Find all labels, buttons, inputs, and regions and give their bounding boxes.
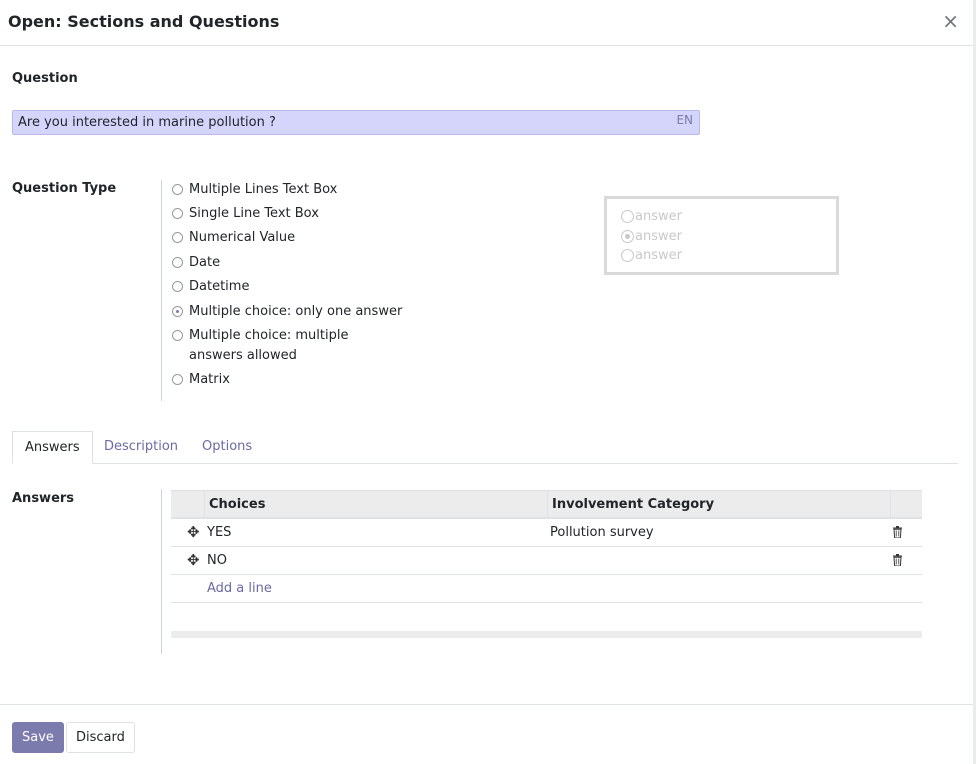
- close-icon[interactable]: ×: [942, 10, 959, 32]
- notebook-tabs: Answers Description Options: [12, 431, 958, 464]
- question-input[interactable]: Are you interested in marine pollution ?…: [12, 110, 700, 135]
- table-footer: [171, 631, 922, 638]
- preview-radio-icon: [621, 210, 634, 223]
- trash-icon[interactable]: [893, 526, 902, 538]
- preview-option-label: answer: [635, 248, 682, 263]
- radio-button-checked[interactable]: [172, 306, 183, 317]
- question-type-radio-group: Multiple Lines Text Box Single Line Text…: [161, 180, 411, 401]
- radio-button[interactable]: [172, 208, 183, 219]
- question-type-option-selected[interactable]: Multiple choice: only one answer: [172, 302, 402, 322]
- save-button[interactable]: Save: [12, 722, 64, 753]
- discard-button[interactable]: Discard: [66, 722, 135, 753]
- radio-label: Multiple Lines Text Box: [189, 182, 338, 197]
- radio-label: Multiple choice: only one answer: [189, 304, 403, 319]
- radio-label: Date: [189, 255, 221, 270]
- preview-option: answer: [621, 209, 682, 224]
- radio-button[interactable]: [172, 281, 183, 292]
- answers-table: Choices Involvement Category ✥ YES Pollu…: [171, 490, 922, 638]
- radio-label: Multiple choice: multiple answers allowe…: [189, 328, 349, 363]
- preview-option-label: answer: [635, 209, 682, 224]
- table-row[interactable]: ✥ NO: [171, 547, 922, 575]
- dialog-footer: Save Discard: [0, 704, 973, 764]
- question-type-label: Question Type: [12, 181, 117, 196]
- question-type-option[interactable]: Date: [172, 253, 220, 273]
- radio-label: Single Line Text Box: [189, 206, 319, 221]
- drag-handle-icon[interactable]: ✥: [187, 553, 200, 568]
- question-input-value: Are you interested in marine pollution ?: [18, 115, 276, 130]
- answers-divider: [161, 489, 163, 654]
- drag-handle-icon[interactable]: ✥: [187, 525, 200, 540]
- preview-option-label: answer: [635, 229, 682, 244]
- add-line-link[interactable]: Add a line: [207, 575, 272, 602]
- choice-cell[interactable]: NO: [207, 547, 227, 574]
- preview-option: answer: [621, 229, 682, 244]
- column-header-choices[interactable]: Choices: [204, 491, 548, 518]
- radio-button[interactable]: [172, 374, 183, 385]
- tab-answers[interactable]: Answers: [12, 431, 93, 464]
- choice-cell[interactable]: YES: [207, 519, 231, 546]
- question-type-option[interactable]: Multiple Lines Text Box: [172, 180, 337, 200]
- preview-option: answer: [621, 248, 682, 263]
- add-line-row: Add a line: [171, 575, 922, 603]
- tab-description[interactable]: Description: [92, 431, 190, 464]
- question-label: Question: [12, 71, 78, 86]
- preview-radio-icon: [621, 249, 634, 262]
- category-cell[interactable]: Pollution survey: [550, 519, 654, 546]
- question-type-option[interactable]: Single Line Text Box: [172, 204, 319, 224]
- preview-radio-checked-icon: [621, 230, 634, 243]
- radio-button[interactable]: [172, 232, 183, 243]
- answers-label: Answers: [12, 491, 75, 506]
- dialog-header: Open: Sections and Questions ×: [0, 0, 973, 46]
- table-row[interactable]: ✥ YES Pollution survey: [171, 519, 922, 547]
- column-header-actions: [890, 491, 922, 518]
- radio-button[interactable]: [172, 257, 183, 268]
- question-type-preview: answer answer answer: [604, 196, 839, 275]
- question-type-option[interactable]: Datetime: [172, 277, 249, 297]
- dialog-title: Open: Sections and Questions: [8, 12, 280, 31]
- radio-button[interactable]: [172, 184, 183, 195]
- trash-icon[interactable]: [893, 554, 902, 566]
- language-button[interactable]: EN: [676, 113, 693, 127]
- tab-options[interactable]: Options: [190, 431, 264, 464]
- radio-label: Numerical Value: [189, 230, 296, 245]
- question-type-option[interactable]: Matrix: [172, 370, 230, 390]
- question-type-option[interactable]: Numerical Value: [172, 228, 295, 248]
- question-type-option[interactable]: Multiple choice: multiple answers allowe…: [172, 326, 402, 366]
- column-header-involvement-category[interactable]: Involvement Category: [547, 491, 891, 518]
- radio-button[interactable]: [172, 330, 183, 341]
- radio-label: Datetime: [189, 279, 250, 294]
- table-header: Choices Involvement Category: [171, 490, 922, 519]
- radio-label: Matrix: [189, 372, 230, 387]
